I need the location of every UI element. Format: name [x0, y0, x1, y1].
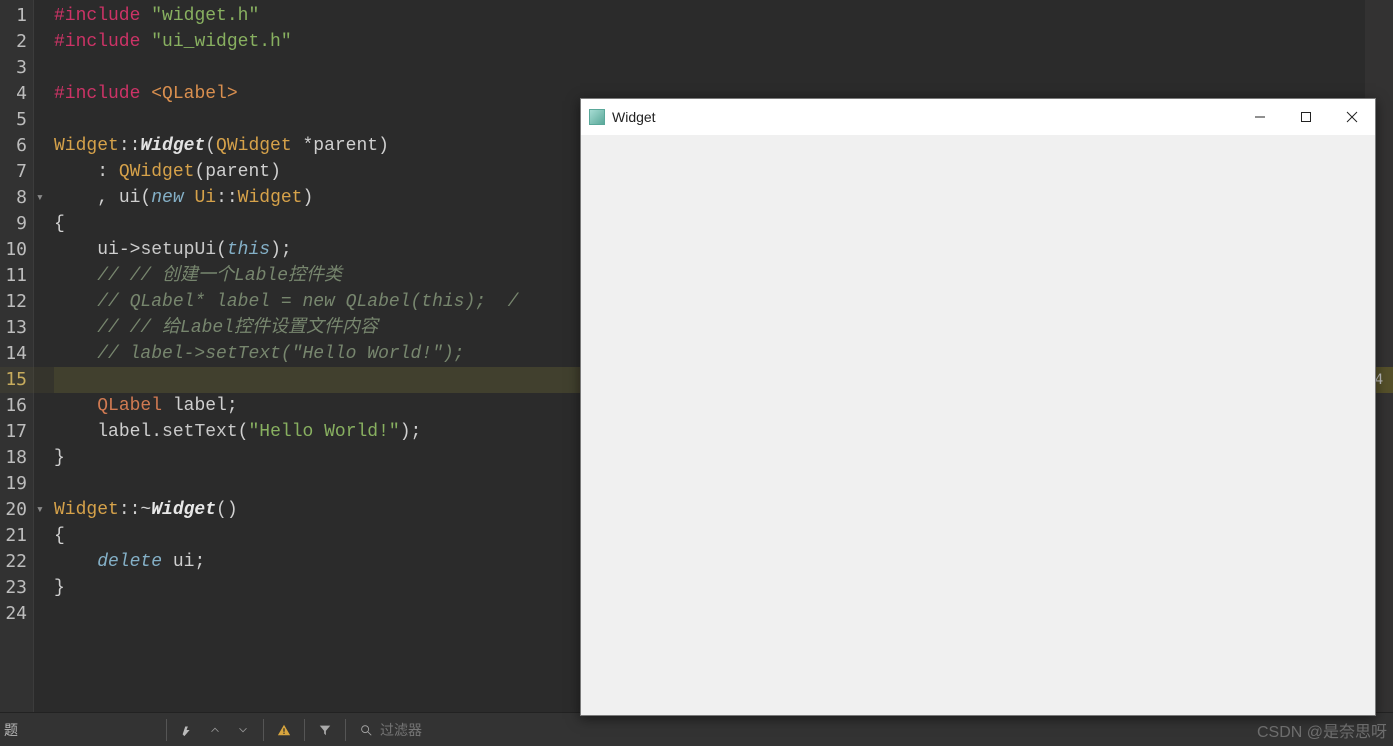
line-number[interactable]: 20 — [0, 497, 33, 523]
line-number[interactable]: 2 — [0, 29, 33, 55]
line-number[interactable]: 16 — [0, 393, 33, 419]
app-icon — [589, 109, 605, 125]
next-icon[interactable] — [233, 720, 253, 740]
line-number[interactable]: 15 — [0, 367, 33, 393]
close-button[interactable] — [1329, 99, 1375, 135]
widget-window[interactable]: Widget — [580, 98, 1376, 716]
line-number[interactable]: 4 — [0, 81, 33, 107]
line-number[interactable]: 14 — [0, 341, 33, 367]
maximize-button[interactable] — [1283, 99, 1329, 135]
warning-icon[interactable] — [274, 720, 294, 740]
window-title: Widget — [612, 109, 656, 125]
window-client-area[interactable] — [581, 135, 1375, 715]
line-number[interactable]: 8 — [0, 185, 33, 211]
line-number[interactable]: 9 — [0, 211, 33, 237]
filter-input[interactable] — [380, 718, 540, 742]
window-controls — [1237, 99, 1375, 135]
line-number[interactable]: 7 — [0, 159, 33, 185]
separator — [304, 719, 305, 741]
line-number[interactable]: 21 — [0, 523, 33, 549]
line-number[interactable]: 11 — [0, 263, 33, 289]
filter-icon[interactable] — [315, 720, 335, 740]
line-number[interactable]: 24 — [0, 601, 33, 627]
minimize-button[interactable] — [1237, 99, 1283, 135]
line-number[interactable]: 10 — [0, 237, 33, 263]
status-left-text: 题 — [4, 722, 18, 738]
prev-icon[interactable] — [205, 720, 225, 740]
line-number[interactable]: 17 — [0, 419, 33, 445]
window-titlebar[interactable]: Widget — [581, 99, 1375, 135]
fold-column[interactable]: ▾▾ — [34, 0, 50, 712]
line-number[interactable]: 22 — [0, 549, 33, 575]
fold-toggle-icon[interactable]: ▾ — [36, 185, 44, 211]
line-number-gutter[interactable]: 123456789101112131415161718192021222324 — [0, 0, 34, 712]
line-number[interactable]: 23 — [0, 575, 33, 601]
code-line[interactable]: #include "widget.h" — [54, 3, 1393, 29]
line-number[interactable]: 13 — [0, 315, 33, 341]
line-number[interactable]: 6 — [0, 133, 33, 159]
line-number[interactable]: 5 — [0, 107, 33, 133]
line-number[interactable]: 1 — [0, 3, 33, 29]
separator — [345, 719, 346, 741]
fold-toggle-icon[interactable]: ▾ — [36, 497, 44, 523]
line-number[interactable]: 19 — [0, 471, 33, 497]
line-number[interactable]: 3 — [0, 55, 33, 81]
line-number[interactable]: 12 — [0, 289, 33, 315]
code-line[interactable] — [54, 55, 1393, 81]
status-bar: 题 — [0, 712, 1393, 746]
separator — [263, 719, 264, 741]
separator — [166, 719, 167, 741]
search-icon[interactable] — [356, 720, 376, 740]
line-number[interactable]: 18 — [0, 445, 33, 471]
code-line[interactable]: #include "ui_widget.h" — [54, 29, 1393, 55]
build-icon[interactable] — [177, 720, 197, 740]
